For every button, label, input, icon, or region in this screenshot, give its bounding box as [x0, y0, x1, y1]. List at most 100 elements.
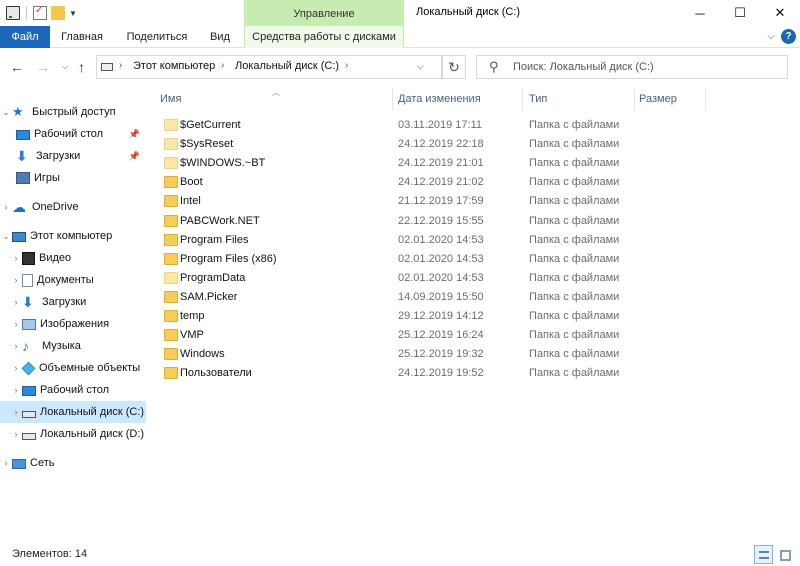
file-name: $GetCurrent: [180, 119, 241, 131]
file-name: Windows: [180, 348, 225, 361]
table-row[interactable]: $WINDOWS.~BT 24.12.2019 21:01 Папка с файл…: [160, 154, 640, 173]
tab-file[interactable]: Файл: [0, 26, 50, 48]
expand-chevron-icon[interactable]: ›: [10, 341, 22, 351]
back-arrow-icon[interactable]: ←: [10, 59, 24, 75]
file-name: $WINDOWS.~BT: [180, 157, 266, 170]
refresh-button[interactable]: ↻: [442, 55, 466, 79]
table-row[interactable]: Boot 24.12.2019 21:02 Папка с файлами: [160, 173, 640, 192]
quick-access-toolbar: ▼: [6, 4, 77, 22]
column-divider[interactable]: [705, 88, 706, 110]
cloud-icon: ☁: [12, 199, 26, 215]
breadcrumb-local-disk[interactable]: Локальный диск (C:): [235, 60, 339, 72]
maximize-button[interactable]: ☐: [720, 0, 760, 26]
details-view-button[interactable]: [754, 545, 773, 564]
tab-home[interactable]: Главная: [54, 26, 110, 48]
table-row[interactable]: PABCWork.NET 22.12.2019 15:55 Папка с файл…: [160, 212, 640, 231]
tab-view[interactable]: Вид: [204, 26, 236, 48]
sidebar-item-onedrive[interactable]: › ☁ OneDrive: [0, 196, 146, 218]
file-date: 24.12.2019 19:52: [398, 367, 484, 380]
sidebar-item-local-disk-c[interactable]: › Локальный диск (C:): [0, 401, 146, 423]
chevron-down-icon[interactable]: ⌵: [417, 61, 424, 72]
table-row[interactable]: $GetCurrent 03.11.2019 17:11 Папка с файла…: [160, 116, 640, 135]
table-row[interactable]: SAM.Picker 14.09.2019 15:50 Папка с файлам…: [160, 288, 640, 307]
search-input[interactable]: [513, 59, 781, 75]
sidebar-item-desktop-pinned[interactable]: Рабочий стол 📌: [0, 123, 146, 145]
expand-chevron-icon[interactable]: ›: [10, 275, 22, 285]
file-date: 14.09.2019 15:50: [398, 290, 484, 303]
large-icons-view-button[interactable]: [775, 545, 794, 564]
sidebar-item-label: Музыка: [42, 340, 81, 352]
column-header-size[interactable]: Размер: [631, 88, 701, 110]
expand-chevron-icon[interactable]: ›: [10, 385, 22, 395]
expand-chevron-icon[interactable]: ›: [10, 429, 22, 439]
folder-icon: [164, 195, 178, 208]
column-header-type[interactable]: Тип: [521, 88, 631, 110]
file-name: Program Files (x86): [180, 252, 277, 265]
table-row[interactable]: Program Files (x86) 02.01.2020 14:53 Папка…: [160, 250, 640, 269]
sidebar-item-quick-access[interactable]: ⌄ ★ Быстрый доступ: [0, 101, 146, 123]
table-row[interactable]: temp 29.12.2019 14:12 Папка с файлами: [160, 307, 640, 326]
collapse-chevron-icon[interactable]: ⌄: [0, 107, 12, 118]
expand-chevron-icon[interactable]: ›: [10, 319, 22, 329]
search-box[interactable]: ⚲: [476, 55, 788, 79]
minimize-button[interactable]: ─: [680, 0, 720, 26]
expand-chevron-icon[interactable]: ›: [10, 253, 22, 263]
address-row: ← → ⌵ ↑ › Этот компьютер › Локальный дис…: [0, 50, 800, 84]
sidebar-item-label: Рабочий стол: [40, 384, 110, 396]
help-icon[interactable]: ?: [781, 29, 796, 44]
close-button[interactable]: ✕: [760, 0, 800, 26]
table-row[interactable]: $SysReset 24.12.2019 22:18 Папка с файлами: [160, 135, 640, 154]
sidebar-item-network[interactable]: › Сеть: [0, 452, 146, 474]
column-header-date[interactable]: Дата изменения: [390, 88, 520, 110]
breadcrumb-separator[interactable]: ›: [119, 60, 122, 71]
sidebar-item-video[interactable]: › Видео: [0, 247, 146, 269]
up-arrow-icon[interactable]: ↑: [78, 59, 85, 75]
table-row[interactable]: VMP 25.12.2019 16:24 Папка с файлами: [160, 326, 640, 345]
folder-icon: [164, 271, 178, 284]
tab-share[interactable]: Поделиться: [118, 26, 196, 48]
table-row[interactable]: ProgramData 02.01.2020 14:53 Папка с файла…: [160, 269, 640, 288]
sidebar-item-documents[interactable]: › Документы: [0, 269, 146, 291]
drive-icon[interactable]: [6, 6, 20, 20]
sidebar-item-label: Этот компьютер: [30, 230, 113, 242]
drive-icon: [22, 432, 36, 440]
breadcrumb-separator[interactable]: ›: [345, 60, 348, 71]
tab-disk-tools[interactable]: Средства работы с дисками: [244, 26, 404, 48]
table-row[interactable]: Program Files 02.01.2020 14:53 Папка с фай…: [160, 231, 640, 250]
address-bar[interactable]: › Этот компьютер › Локальный диск (C:) ›…: [96, 55, 442, 79]
chevron-down-icon[interactable]: ⌵: [767, 31, 775, 42]
sidebar-item-label: Изображения: [40, 318, 110, 330]
expand-chevron-icon[interactable]: ›: [0, 458, 12, 468]
breadcrumb-this-pc[interactable]: Этот компьютер: [133, 60, 215, 72]
drive-icon: [22, 410, 36, 418]
expand-chevron-icon[interactable]: ›: [10, 407, 22, 417]
new-folder-icon[interactable]: [51, 6, 65, 20]
collapse-chevron-icon[interactable]: ⌄: [0, 231, 12, 242]
sidebar-item-local-disk-d[interactable]: › Локальный диск (D:): [0, 423, 146, 445]
forward-arrow-icon[interactable]: →: [36, 59, 50, 75]
sidebar-item-desktop[interactable]: › Рабочий стол: [0, 379, 146, 401]
expand-chevron-icon[interactable]: ›: [10, 297, 22, 307]
file-date: 02.01.2020 14:53: [398, 252, 484, 265]
sidebar-item-this-pc[interactable]: ⌄ Этот компьютер: [0, 225, 146, 247]
table-row[interactable]: Intel 21.12.2019 17:59 Папка с файлами: [160, 192, 640, 211]
folder-icon: [164, 157, 178, 170]
sidebar-item-downloads-pinned[interactable]: ⬇ Загрузки 📌: [0, 145, 146, 167]
column-header-name[interactable]: Имя ︿: [152, 88, 392, 110]
toolbar-divider: [26, 6, 27, 20]
customize-toolbar-icon[interactable]: ▼: [69, 9, 77, 18]
sidebar-item-music[interactable]: › ♪ Музыка: [0, 335, 146, 357]
breadcrumb-separator[interactable]: ›: [221, 60, 224, 71]
sidebar-item-downloads[interactable]: › ⬇ Загрузки: [0, 291, 146, 313]
table-row[interactable]: Windows 25.12.2019 19:32 Папка с файлами: [160, 345, 640, 364]
status-bar: Элементов: 14: [0, 544, 800, 566]
recent-locations-icon[interactable]: ⌵: [62, 62, 68, 72]
sidebar-item-3d-objects[interactable]: › Объемные объекты: [0, 357, 146, 379]
desktop-icon: [22, 386, 36, 396]
expand-chevron-icon[interactable]: ›: [0, 202, 12, 212]
table-row[interactable]: Пользователи 24.12.2019 19:52 Папка с файл…: [160, 364, 640, 383]
properties-icon[interactable]: [33, 5, 47, 20]
file-name: Пользователи: [180, 367, 252, 380]
sidebar-item-images[interactable]: › Изображения: [0, 313, 146, 335]
sidebar-item-games[interactable]: Игры: [0, 167, 146, 189]
